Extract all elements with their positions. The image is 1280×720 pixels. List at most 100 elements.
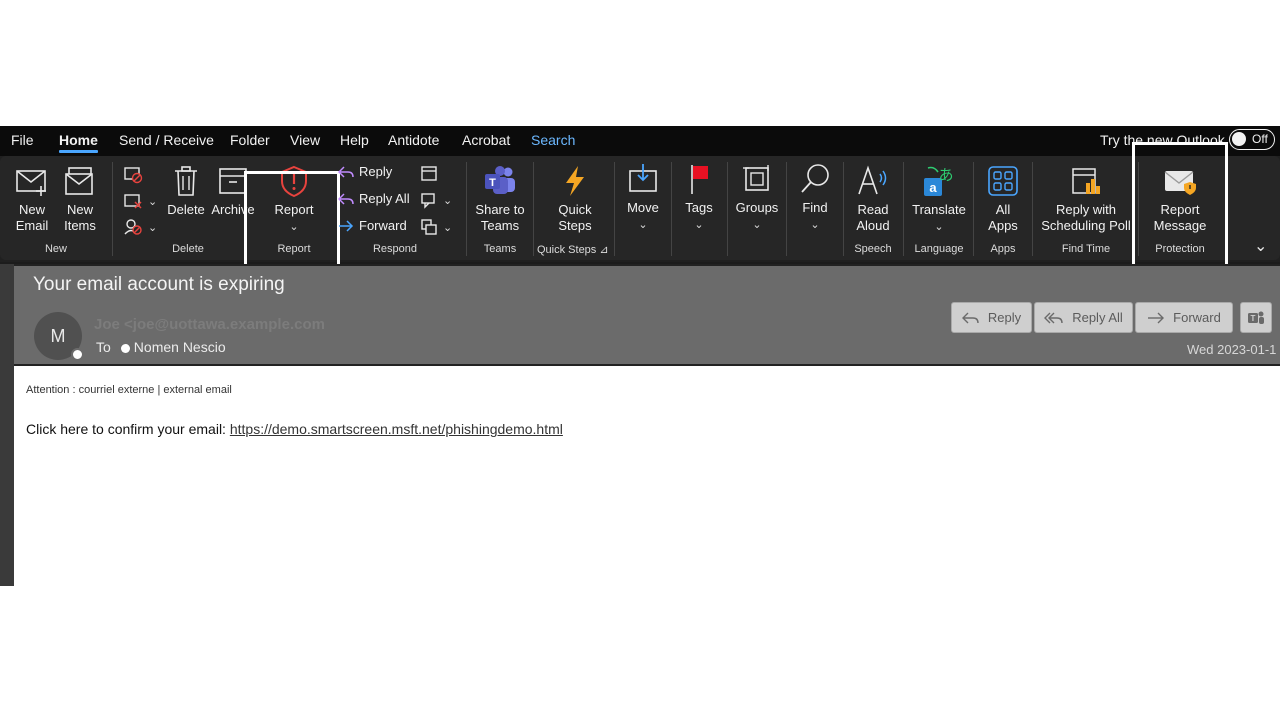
forward-button[interactable]: Forward — [338, 218, 407, 233]
group-separator — [786, 162, 787, 256]
forward-label: Forward — [359, 218, 407, 233]
move-label: Move — [627, 200, 659, 215]
share-to-teams-button[interactable]: T Share to Teams — [472, 164, 528, 234]
group-separator — [727, 162, 728, 256]
group-label-speech: Speech — [854, 243, 892, 255]
scheduling-poll-icon — [1072, 168, 1100, 194]
move-button[interactable]: Move ⌄ — [622, 162, 664, 233]
tab-acrobat[interactable]: Acrobat — [462, 132, 510, 148]
tab-send-receive[interactable]: Send / Receive — [119, 132, 214, 148]
quick-steps-button[interactable]: Quick Steps — [548, 164, 602, 234]
clean-up-button[interactable]: ⌄ — [123, 192, 157, 210]
meeting-reply-button[interactable] — [420, 164, 438, 182]
translate-button[interactable]: aあ Translate ⌄ — [908, 164, 970, 235]
header-reply-all-label: Reply All — [1072, 310, 1123, 325]
new-outlook-toggle[interactable]: Off — [1229, 129, 1275, 150]
left-pane-edge — [0, 264, 14, 586]
trash-icon — [175, 166, 197, 196]
chevron-down-icon: ⌄ — [638, 219, 648, 231]
tab-help[interactable]: Help — [340, 132, 369, 148]
sender[interactable]: Joe <joe@uottawa.example.com — [94, 316, 325, 333]
read-aloud-label: Read Aloud — [856, 202, 890, 233]
chevron-down-icon: ⌄ — [443, 221, 453, 234]
find-button[interactable]: Find ⌄ — [794, 162, 836, 233]
header-teams-button[interactable]: T — [1240, 302, 1272, 333]
menu-bar: File Home Send / Receive Folder View Hel… — [0, 126, 1280, 156]
reply-icon — [961, 312, 979, 323]
all-apps-button[interactable]: All Apps — [982, 164, 1024, 234]
body-line: Click here to confirm your email: https:… — [26, 421, 563, 437]
tab-view[interactable]: View — [290, 132, 320, 148]
header-reply-button[interactable]: Reply — [951, 302, 1032, 333]
collapse-ribbon-chevron-icon[interactable]: ⌄ — [1254, 236, 1267, 256]
reply-with-scheduling-poll-button[interactable]: Reply with Scheduling Poll — [1040, 164, 1132, 234]
dialog-launcher-icon[interactable]: ⊿ — [599, 244, 608, 256]
read-aloud-icon — [858, 165, 887, 195]
tab-folder[interactable]: Folder — [230, 132, 270, 148]
reply-all-icon — [1044, 312, 1063, 323]
ribbon-panel: New Email New Items New ⌄ ⌄ Delete Archi… — [0, 142, 1280, 290]
body-text: Click here to confirm your email: — [26, 421, 230, 437]
reply-with-scheduling-poll-label: Reply with Scheduling Poll — [1041, 202, 1131, 233]
groups-button[interactable]: Groups ⌄ — [734, 162, 780, 233]
lightning-icon — [566, 166, 584, 196]
chat-icon — [421, 193, 435, 209]
group-label-language: Language — [914, 243, 964, 255]
group-label-quick-steps: Quick Steps ⊿ — [537, 243, 609, 256]
more-respond-icon — [421, 219, 437, 235]
group-label-apps: Apps — [990, 243, 1016, 255]
chevron-down-icon: ⌄ — [694, 219, 704, 231]
tab-file[interactable]: File — [11, 132, 34, 148]
recipient-presence-dot — [120, 343, 130, 353]
header-reply-all-button[interactable]: Reply All — [1034, 302, 1133, 333]
ribbon: New Email New Items New ⌄ ⌄ Delete Archi… — [0, 142, 1280, 290]
more-respond-button[interactable]: ⌄ — [420, 218, 452, 236]
translate-label: Translate — [912, 202, 966, 217]
svg-text:a: a — [929, 180, 937, 195]
tab-home[interactable]: Home — [59, 132, 98, 153]
reply-all-button[interactable]: Reply All — [338, 191, 410, 206]
im-reply-button[interactable]: ⌄ — [420, 191, 452, 209]
ignore-button[interactable] — [123, 166, 143, 184]
tab-search[interactable]: Search — [531, 132, 575, 148]
teams-icon: T — [1248, 311, 1264, 324]
delete-button[interactable]: Delete — [165, 164, 207, 218]
reply-button[interactable]: Reply — [338, 164, 392, 179]
tags-button[interactable]: Tags ⌄ — [678, 162, 720, 233]
new-items-label: New Items — [64, 202, 96, 233]
recipient-name[interactable]: Nomen Nescio — [134, 339, 226, 355]
outlook-window: File Home Send / Receive Folder View Hel… — [0, 126, 1280, 586]
envelope-plus-icon — [16, 170, 46, 196]
group-separator — [1032, 162, 1033, 256]
junk-button[interactable]: ⌄ — [123, 218, 157, 236]
group-separator — [614, 162, 615, 256]
group-label-respond: Respond — [372, 243, 418, 255]
chevron-down-icon: ⌄ — [810, 219, 820, 231]
new-items-icon — [65, 167, 93, 195]
phishing-link[interactable]: https://demo.smartscreen.msft.net/phishi… — [230, 421, 563, 437]
tab-antidote[interactable]: Antidote — [388, 132, 439, 148]
delete-label: Delete — [167, 202, 205, 217]
to-label: To — [96, 339, 111, 355]
new-email-button[interactable]: New Email — [10, 164, 54, 234]
message-date: Wed 2023-01-1 — [1187, 342, 1277, 357]
reading-pane: Your email account is expiring M Joe <jo… — [0, 264, 1280, 586]
flag-icon — [691, 165, 708, 194]
find-label: Find — [802, 200, 828, 215]
group-separator — [973, 162, 974, 256]
groups-label: Groups — [735, 200, 779, 215]
forward-arrow-icon — [1148, 312, 1165, 323]
read-aloud-button[interactable]: Read Aloud — [850, 164, 896, 234]
group-separator — [112, 162, 113, 256]
new-items-button[interactable]: New Items — [58, 164, 102, 234]
reply-all-label: Reply All — [359, 191, 410, 206]
magnifier-icon — [801, 164, 829, 193]
chevron-down-icon: ⌄ — [148, 221, 158, 234]
header-forward-button[interactable]: Forward — [1135, 302, 1233, 333]
group-separator — [533, 162, 534, 256]
group-label-delete: Delete — [172, 243, 204, 255]
chevron-down-icon: ⌄ — [934, 221, 944, 233]
calendar-reply-icon — [421, 166, 437, 181]
quick-steps-group-text: Quick Steps — [537, 244, 597, 256]
apps-grid-icon — [988, 166, 1018, 196]
